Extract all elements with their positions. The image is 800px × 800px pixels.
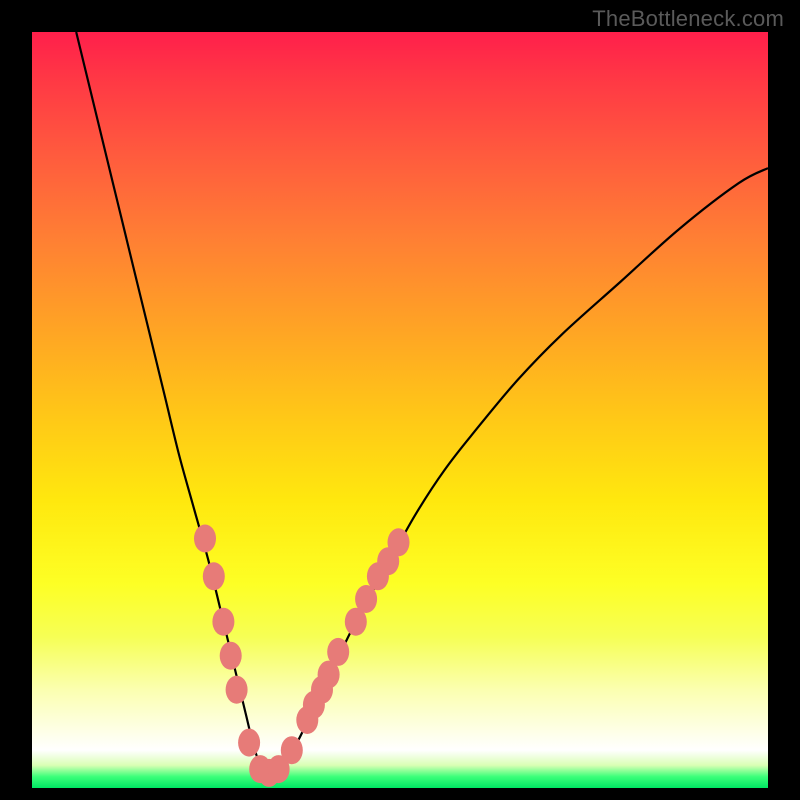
curve-marker — [327, 638, 349, 666]
curve-marker — [281, 736, 303, 764]
curve-marker — [194, 525, 216, 553]
curve-marker — [203, 562, 225, 590]
curve-marker — [220, 642, 242, 670]
chart-svg — [32, 32, 768, 788]
chart-frame: TheBottleneck.com — [0, 0, 800, 800]
curve-marker — [226, 676, 248, 704]
bottleneck-curve — [76, 32, 768, 774]
curve-markers — [194, 525, 410, 787]
plot-area — [32, 32, 768, 788]
watermark-text: TheBottleneck.com — [592, 6, 784, 32]
curve-layer — [76, 32, 768, 774]
curve-marker — [238, 729, 260, 757]
curve-marker — [212, 608, 234, 636]
curve-marker — [388, 528, 410, 556]
